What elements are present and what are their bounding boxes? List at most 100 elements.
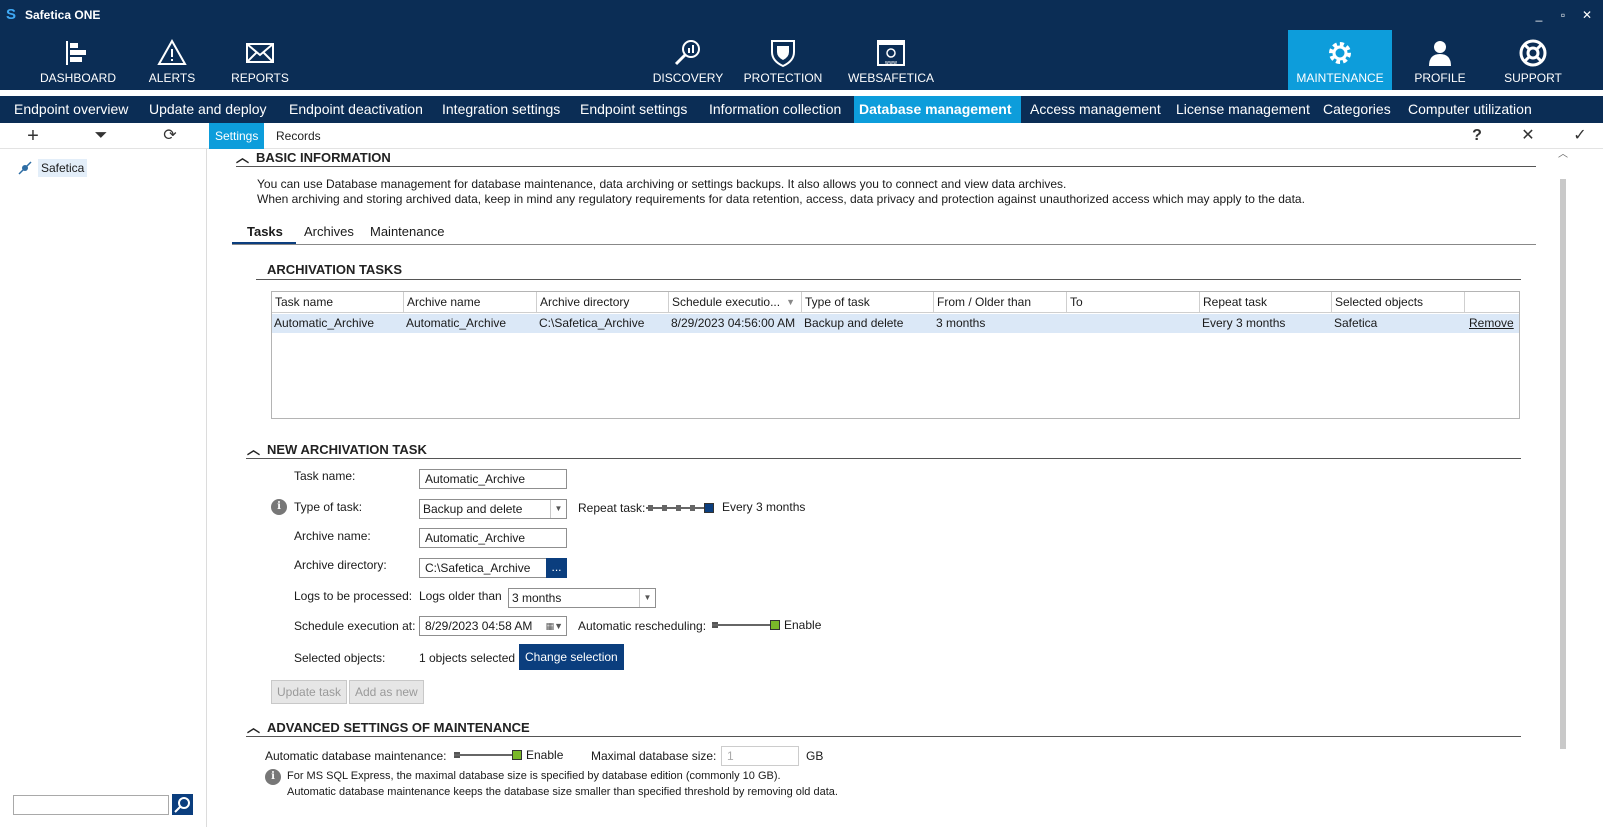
auto-maintenance-value: Enable: [526, 748, 564, 762]
repeat-value: Every 3 months: [722, 500, 806, 514]
subnav-endpoint-overview[interactable]: Endpoint overview: [9, 96, 133, 123]
nav-maintenance[interactable]: MAINTENANCE: [1288, 30, 1392, 90]
nav-websafetica[interactable]: www WEBSAFETICA: [845, 30, 937, 90]
column-header[interactable]: To: [1067, 292, 1200, 313]
collapse-chevron-icon[interactable]: ︿: [236, 147, 250, 166]
auto-maintenance-label: Automatic database maintenance:: [265, 749, 447, 763]
logs-prefix: Logs older than: [419, 589, 502, 603]
type-of-task-select[interactable]: Backup and delete ▼: [419, 499, 567, 519]
nav-support[interactable]: SUPPORT: [1494, 30, 1572, 90]
change-selection-button[interactable]: Change selection: [519, 644, 624, 670]
advanced-header[interactable]: ︿ ADVANCED SETTINGS OF MAINTENANCE: [247, 717, 530, 735]
column-header[interactable]: Archive directory: [537, 292, 669, 313]
task-name-input[interactable]: Automatic_Archive: [419, 469, 567, 489]
web-browser-icon: www: [877, 40, 905, 66]
svg-text:www: www: [885, 60, 897, 66]
divider: [236, 166, 1536, 167]
logs-older-than-select[interactable]: 3 months ▼: [508, 588, 656, 608]
rescheduling-toggle[interactable]: [712, 619, 780, 631]
calendar-dropdown-icon[interactable]: ▦▼: [546, 617, 563, 635]
divider: [246, 736, 1521, 737]
cell-task-name: Automatic_Archive: [274, 316, 375, 330]
gear-icon: [1329, 42, 1351, 64]
column-header[interactable]: From / Older than: [934, 292, 1067, 313]
chevron-down-icon: ▼: [639, 589, 655, 607]
column-header[interactable]: Selected objects: [1332, 292, 1465, 313]
resched-label: Automatic rescheduling:: [578, 619, 707, 633]
table-row[interactable]: Automatic_Archive Automatic_Archive C:\S…: [272, 314, 1519, 333]
basic-info-header[interactable]: ︿ BASIC INFORMATION: [236, 147, 391, 165]
tree-search-button[interactable]: [172, 794, 193, 815]
type-label: Type of task:: [294, 500, 363, 514]
help-icon[interactable]: ?: [1467, 126, 1487, 146]
resched-value: Enable: [784, 618, 822, 632]
toggle-knob[interactable]: [512, 750, 522, 760]
auto-maintenance-toggle[interactable]: [454, 749, 522, 761]
cell-older-than: 3 months: [936, 316, 986, 330]
update-task-button[interactable]: Update task: [271, 680, 348, 704]
filter-icon[interactable]: ⏷: [91, 126, 111, 146]
confirm-icon[interactable]: ✓: [1570, 126, 1590, 146]
tree-search-input[interactable]: [13, 795, 169, 815]
scroll-up-icon[interactable]: ︿: [1558, 145, 1568, 160]
browse-button[interactable]: ...: [546, 558, 567, 578]
column-header[interactable]: Type of task: [802, 292, 934, 313]
subnav-computer-utilization[interactable]: Computer utilization: [1403, 96, 1537, 123]
cancel-icon[interactable]: ✕: [1518, 126, 1538, 146]
subnav-license-management[interactable]: License management: [1171, 96, 1315, 123]
dashboard-icon: [66, 41, 86, 65]
column-header[interactable]: Archive name: [404, 292, 537, 313]
new-task-header[interactable]: ︿ NEW ARCHIVATION TASK: [247, 439, 427, 457]
nav-discovery[interactable]: DISCOVERY: [650, 30, 726, 90]
nav-protection[interactable]: PROTECTION: [740, 30, 826, 90]
subnav-access-management[interactable]: Access management: [1025, 96, 1166, 123]
subnav-update-and-deploy[interactable]: Update and deploy: [144, 96, 272, 123]
subnav-endpoint-deactivation[interactable]: Endpoint deactivation: [284, 96, 428, 123]
collapse-chevron-icon[interactable]: ︿: [247, 439, 261, 458]
app-title: Safetica ONE: [25, 8, 101, 22]
subnav-information-collection[interactable]: Information collection: [704, 96, 846, 123]
envelope-icon: [246, 43, 274, 63]
nav-reports[interactable]: REPORTS: [224, 30, 296, 90]
column-header[interactable]: Task name: [272, 292, 404, 313]
tab-settings[interactable]: Settings: [209, 123, 265, 149]
vertical-scrollbar[interactable]: [1560, 179, 1566, 749]
minimize-button[interactable]: _: [1530, 6, 1548, 24]
nav-alerts[interactable]: ALERTS: [140, 30, 204, 90]
archivation-tasks-header: ARCHIVATION TASKS: [267, 262, 403, 277]
archive-directory-input[interactable]: C:\Safetica_Archive: [419, 558, 567, 578]
cell-archive-name: Automatic_Archive: [406, 316, 507, 330]
column-header[interactable]: Repeat task: [1200, 292, 1332, 313]
subtab-tasks[interactable]: Tasks: [247, 224, 283, 239]
collapse-chevron-icon[interactable]: ︿: [247, 717, 261, 736]
sort-arrow-icon: ▼: [786, 297, 795, 307]
nav-profile[interactable]: PROFILE: [1404, 30, 1476, 90]
toggle-knob[interactable]: [770, 620, 780, 630]
subtab-archives[interactable]: Archives: [304, 224, 354, 239]
subtab-maintenance[interactable]: Maintenance: [370, 224, 444, 239]
nav-dashboard[interactable]: DASHBOARD: [36, 30, 120, 90]
add-as-new-button[interactable]: Add as new: [349, 680, 424, 704]
refresh-icon[interactable]: ⟳: [160, 126, 180, 146]
column-header-sorted[interactable]: Schedule executio... ▼: [669, 292, 802, 313]
subnav-categories[interactable]: Categories: [1318, 96, 1396, 123]
cell-selected-objects: Safetica: [1334, 316, 1378, 330]
slider-knob[interactable]: [704, 503, 714, 513]
basic-info-line2: When archiving and storing archived data…: [257, 192, 1305, 206]
remove-link[interactable]: Remove: [1467, 314, 1514, 333]
subnav-database-management[interactable]: Database management: [854, 96, 1021, 123]
subnav-endpoint-settings[interactable]: Endpoint settings: [575, 96, 692, 123]
add-icon[interactable]: +: [23, 126, 43, 146]
divider: [232, 244, 1536, 245]
content-area: ︿ BASIC INFORMATION You can use Database …: [208, 149, 1603, 827]
subnav-integration-settings[interactable]: Integration settings: [437, 96, 565, 123]
tab-records[interactable]: Records: [270, 123, 327, 149]
archive-name-input[interactable]: Automatic_Archive: [419, 528, 567, 548]
repeat-label: Repeat task:: [578, 501, 646, 515]
schedule-datetime-picker[interactable]: 8/29/2023 04:58 AM ▦▼: [419, 616, 567, 636]
note-line1: For MS SQL Express, the maximal database…: [287, 770, 781, 782]
maximize-button[interactable]: ▫: [1554, 6, 1572, 24]
max-size-input[interactable]: 1: [721, 746, 799, 766]
repeat-task-slider[interactable]: [646, 502, 718, 514]
close-window-button[interactable]: ✕: [1578, 6, 1596, 24]
